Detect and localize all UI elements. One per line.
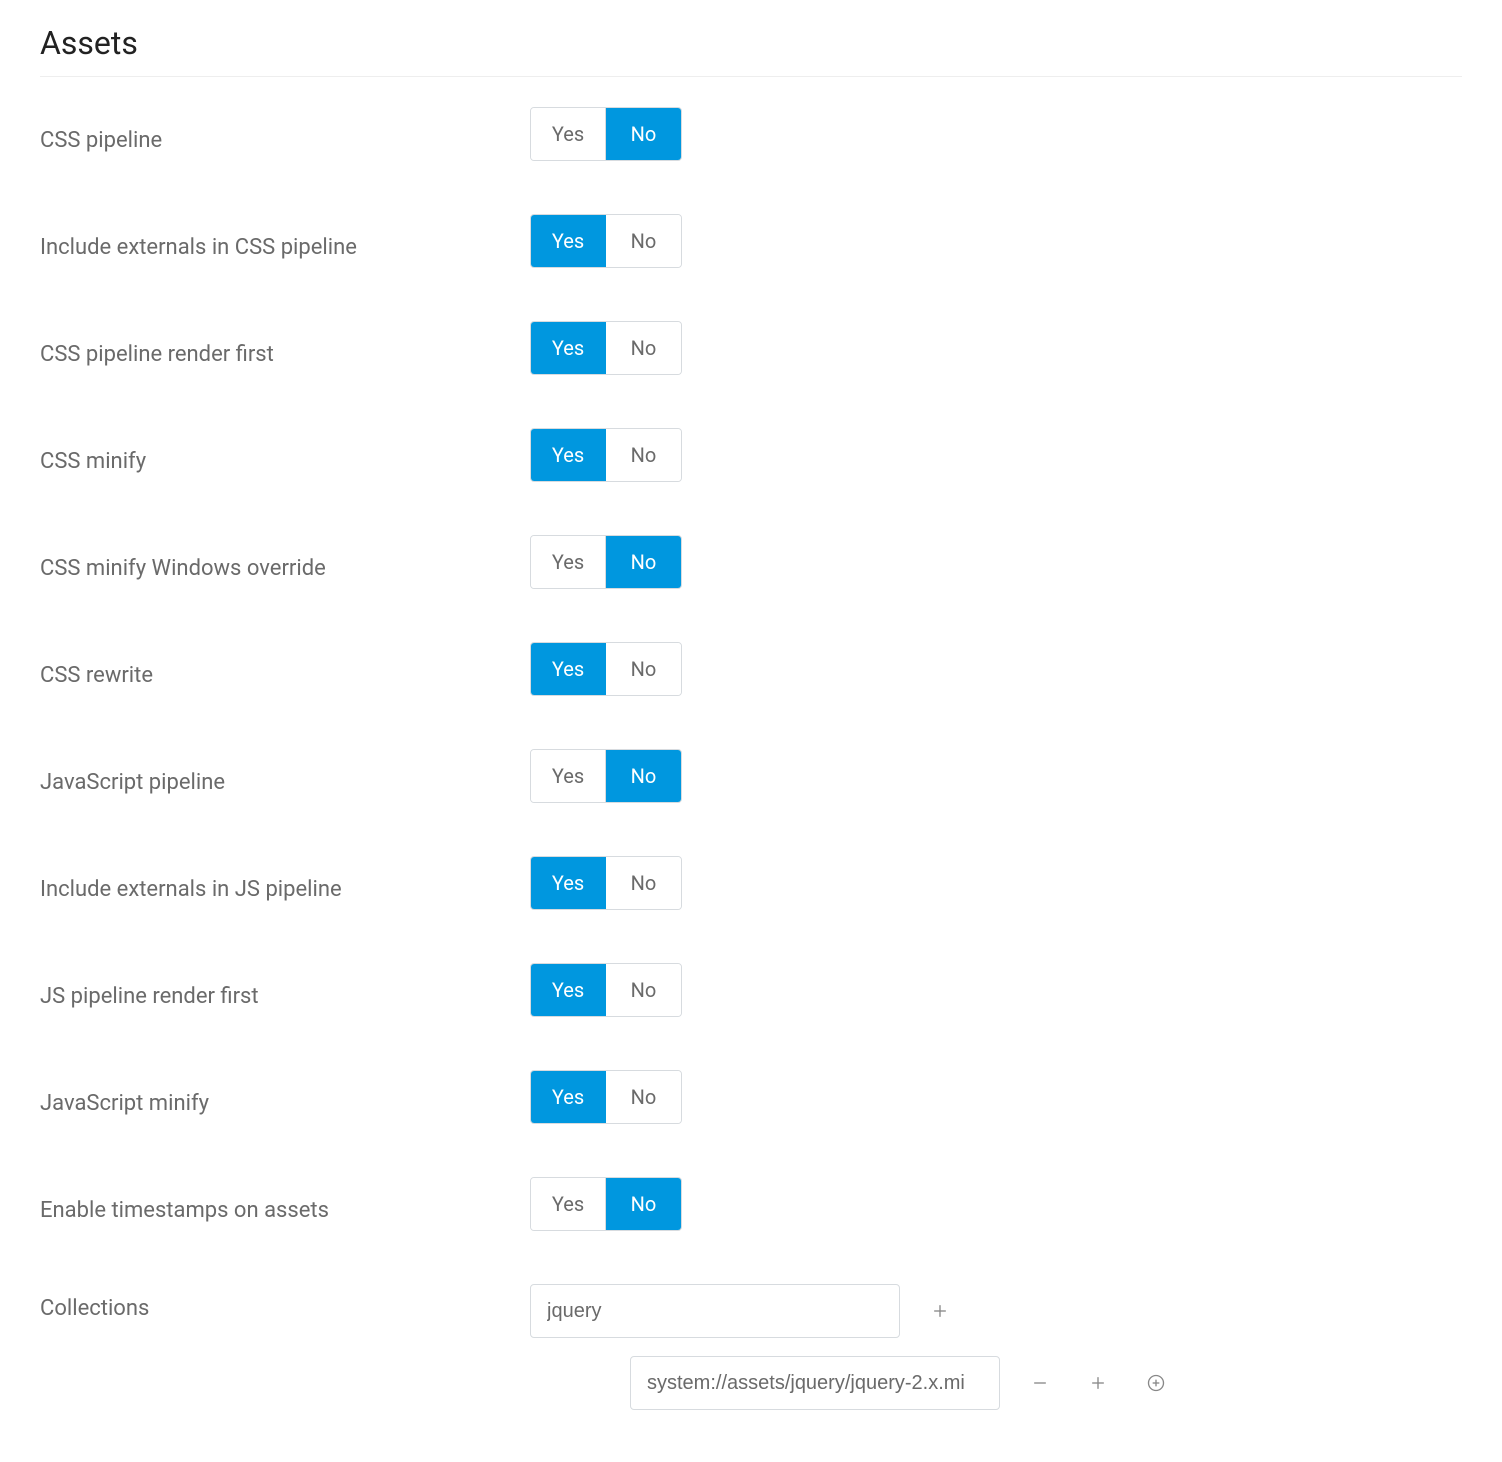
css-pipeline-toggle: Yes No (530, 107, 682, 161)
plus-icon[interactable] (1084, 1369, 1112, 1397)
css-minify-toggle: Yes No (530, 428, 682, 482)
include-externals-css-toggle: Yes No (530, 214, 682, 268)
collections-item-input[interactable] (630, 1356, 1000, 1410)
include-externals-js-no[interactable]: No (606, 857, 681, 909)
css-pipeline-render-first-label: CSS pipeline render first (40, 330, 530, 367)
include-externals-js-label: Include externals in JS pipeline (40, 865, 530, 902)
collections-label: Collections (40, 1284, 530, 1321)
css-pipeline-render-first-toggle: Yes No (530, 321, 682, 375)
enable-timestamps-no[interactable]: No (606, 1178, 681, 1230)
css-pipeline-render-first-no[interactable]: No (606, 322, 681, 374)
css-pipeline-render-first-yes[interactable]: Yes (531, 322, 606, 374)
enable-timestamps-toggle: Yes No (530, 1177, 682, 1231)
css-minify-label: CSS minify (40, 437, 530, 474)
css-minify-no[interactable]: No (606, 429, 681, 481)
css-rewrite-yes[interactable]: Yes (531, 643, 606, 695)
css-rewrite-toggle: Yes No (530, 642, 682, 696)
enable-timestamps-label: Enable timestamps on assets (40, 1186, 530, 1223)
js-minify-toggle: Yes No (530, 1070, 682, 1124)
include-externals-js-yes[interactable]: Yes (531, 857, 606, 909)
js-minify-label: JavaScript minify (40, 1079, 530, 1116)
include-externals-js-toggle: Yes No (530, 856, 682, 910)
js-pipeline-yes[interactable]: Yes (531, 750, 606, 802)
css-rewrite-label: CSS rewrite (40, 651, 530, 688)
css-minify-windows-toggle: Yes No (530, 535, 682, 589)
js-minify-yes[interactable]: Yes (531, 1071, 606, 1123)
js-pipeline-label: JavaScript pipeline (40, 758, 530, 795)
minus-icon[interactable] (1026, 1369, 1054, 1397)
js-pipeline-render-first-toggle: Yes No (530, 963, 682, 1017)
collections-name-input[interactable] (530, 1284, 900, 1338)
css-pipeline-yes[interactable]: Yes (531, 108, 606, 160)
js-pipeline-toggle: Yes No (530, 749, 682, 803)
js-pipeline-no[interactable]: No (606, 750, 681, 802)
include-externals-css-label: Include externals in CSS pipeline (40, 223, 530, 260)
js-pipeline-render-first-label: JS pipeline render first (40, 972, 530, 1009)
plus-icon[interactable] (926, 1297, 954, 1325)
include-externals-css-yes[interactable]: Yes (531, 215, 606, 267)
css-rewrite-no[interactable]: No (606, 643, 681, 695)
css-minify-windows-yes[interactable]: Yes (531, 536, 606, 588)
css-pipeline-no[interactable]: No (606, 108, 681, 160)
js-pipeline-render-first-no[interactable]: No (606, 964, 681, 1016)
css-minify-yes[interactable]: Yes (531, 429, 606, 481)
css-minify-windows-no[interactable]: No (606, 536, 681, 588)
circle-plus-icon[interactable] (1142, 1369, 1170, 1397)
enable-timestamps-yes[interactable]: Yes (531, 1178, 606, 1230)
page-title: Assets (40, 24, 1462, 62)
js-minify-no[interactable]: No (606, 1071, 681, 1123)
css-minify-windows-label: CSS minify Windows override (40, 544, 530, 581)
js-pipeline-render-first-yes[interactable]: Yes (531, 964, 606, 1016)
include-externals-css-no[interactable]: No (606, 215, 681, 267)
css-pipeline-label: CSS pipeline (40, 116, 530, 153)
